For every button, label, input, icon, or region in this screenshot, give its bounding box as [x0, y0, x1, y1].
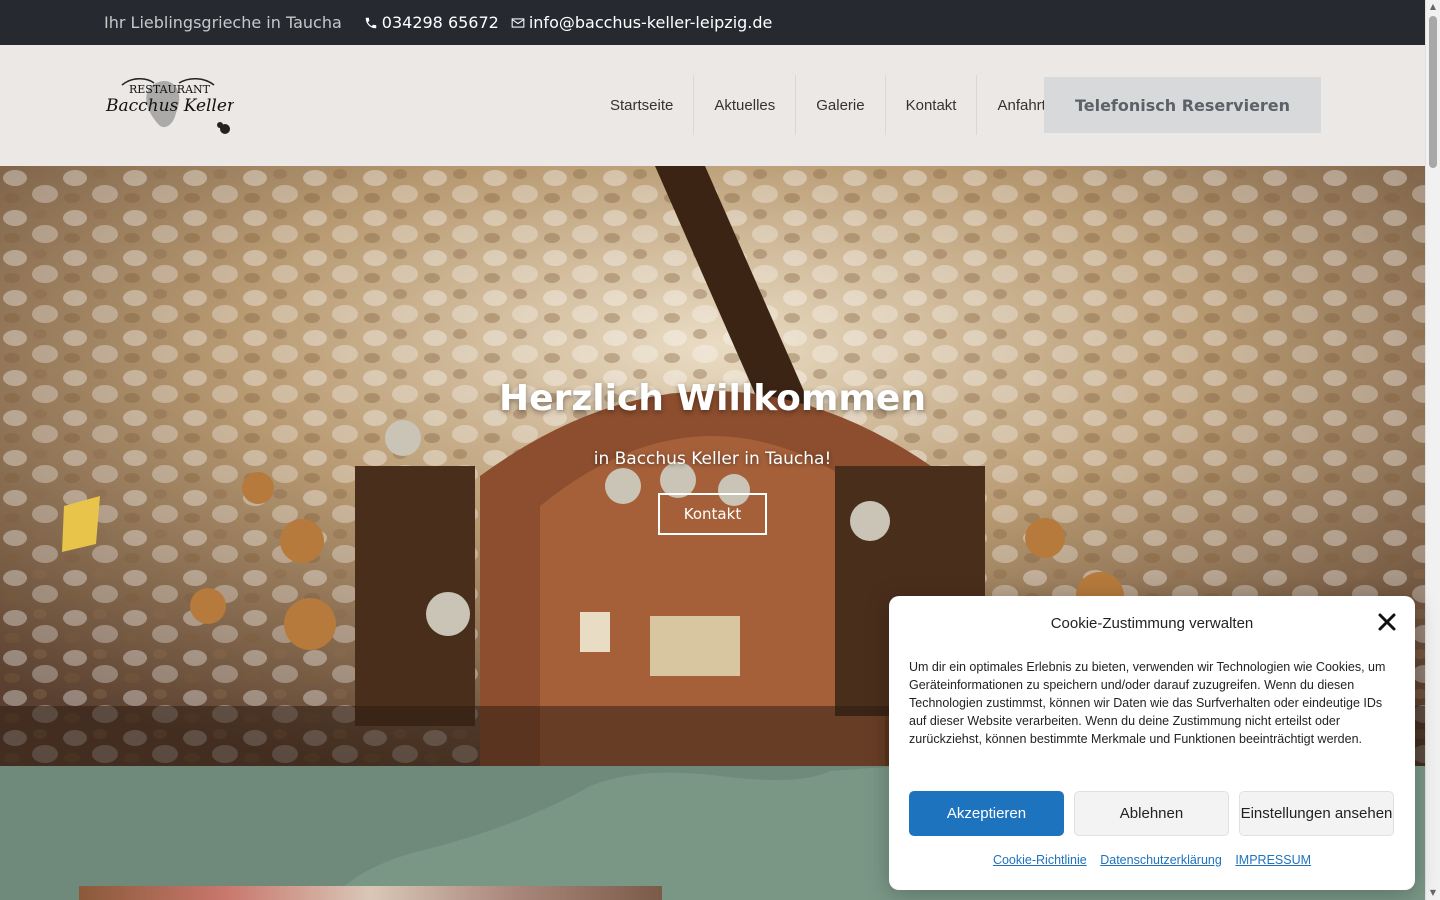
privacy-link[interactable]: Datenschutzerklärung	[1100, 853, 1222, 867]
close-icon[interactable]	[1377, 612, 1397, 632]
phone-icon	[365, 17, 377, 28]
logo-top-text: RESTAURANT	[129, 83, 211, 96]
hero-title: Herzlich Willkommen	[499, 378, 926, 419]
email-link[interactable]: info@bacchus-keller-leipzig.de	[511, 13, 773, 32]
accept-button[interactable]: Akzeptieren	[909, 791, 1064, 836]
cookie-policy-link[interactable]: Cookie-Richtlinie	[993, 853, 1087, 867]
page-scrollbar[interactable]: ▲ ▼	[1425, 0, 1440, 900]
hero-subtitle: in Bacchus Keller in Taucha!	[593, 449, 832, 469]
scroll-down-icon[interactable]: ▼	[1429, 888, 1437, 898]
cookie-links: Cookie-Richtlinie Datenschutzerklärung I…	[889, 853, 1415, 867]
imprint-link[interactable]: IMPRESSUM	[1235, 853, 1311, 867]
nav-aktuelles[interactable]: Aktuelles	[694, 75, 797, 135]
cookie-title: Cookie-Zustimmung verwalten	[1050, 615, 1254, 632]
phone-link[interactable]: 034298 65672	[364, 13, 499, 32]
main-navigation: Startseite Aktuelles Galerie Kontakt Anf…	[590, 75, 1066, 135]
site-header: RESTAURANT Bacchus Keller Startseite Akt…	[0, 45, 1425, 166]
scroll-thumb[interactable]	[1429, 16, 1437, 168]
restaurant-logo[interactable]: RESTAURANT Bacchus Keller	[104, 73, 234, 137]
email-address: info@bacchus-keller-leipzig.de	[528, 13, 773, 32]
cookie-buttons: Akzeptieren Ablehnen Einstellungen anseh…	[909, 791, 1394, 836]
phone-number: 034298 65672	[381, 13, 499, 32]
deny-button[interactable]: Ablehnen	[1074, 791, 1229, 836]
nav-galerie[interactable]: Galerie	[796, 75, 886, 135]
hero-contact-button[interactable]: Kontakt	[657, 493, 768, 535]
mail-icon	[511, 17, 525, 28]
logo-name-text: Bacchus Keller	[105, 96, 234, 116]
nav-kontakt[interactable]: Kontakt	[886, 75, 978, 135]
scroll-up-icon[interactable]: ▲	[1429, 2, 1437, 12]
reserve-button[interactable]: Telefonisch Reservieren	[1044, 77, 1321, 133]
settings-button[interactable]: Einstellungen ansehen	[1239, 791, 1394, 836]
top-info-bar: Ihr Lieblingsgrieche in Taucha 034298 65…	[0, 0, 1425, 45]
food-photo	[79, 886, 662, 900]
tagline: Ihr Lieblingsgrieche in Taucha	[104, 13, 342, 32]
nav-startseite[interactable]: Startseite	[590, 75, 695, 135]
cookie-consent-dialog: Cookie-Zustimmung verwalten Um dir ein o…	[889, 596, 1415, 890]
hero-content: Herzlich Willkommen in Bacchus Keller in…	[0, 378, 1425, 535]
cookie-text: Um dir ein optimales Erlebnis zu bieten,…	[909, 660, 1386, 746]
